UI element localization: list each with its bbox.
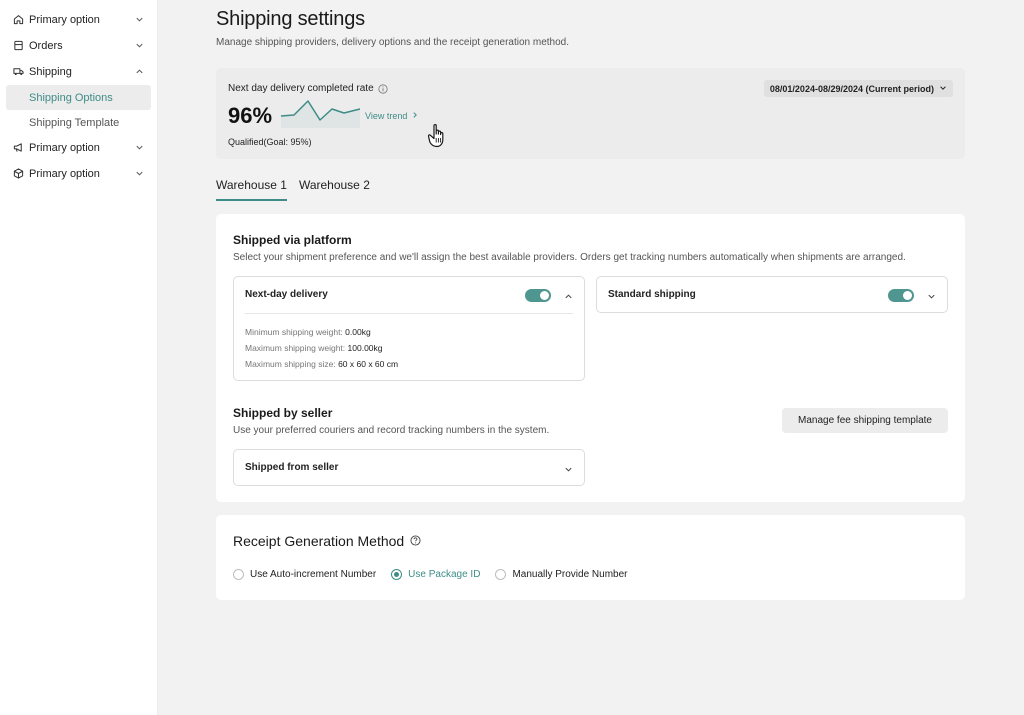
chevron-down-icon (134, 143, 144, 153)
page-title: Shipping settings (216, 8, 365, 30)
radio-auto-increment[interactable]: Use Auto-increment Number (233, 569, 376, 580)
chevron-up-icon (134, 67, 144, 77)
max-weight-detail: Maximum shipping weight: 100.00kg (245, 343, 383, 353)
chevron-down-icon[interactable] (563, 464, 573, 474)
help-icon[interactable] (410, 533, 421, 549)
next-day-delivery-option: Next-day delivery Minimum shipping weigh… (233, 276, 585, 381)
chevron-right-icon (411, 111, 419, 121)
min-weight-value: 0.00kg (345, 327, 371, 337)
receipt-method-card: Receipt Generation Method Use Auto-incre… (216, 515, 965, 600)
standard-shipping-toggle[interactable] (888, 289, 914, 302)
radio-circle (391, 569, 403, 580)
shipped-from-seller-option[interactable]: Shipped from seller (233, 449, 585, 486)
divider (245, 313, 573, 314)
sidebar-item-primary-option-2[interactable]: Primary option (6, 135, 151, 160)
radio-label: Use Auto-increment Number (250, 569, 377, 580)
platform-section-description: Select your shipment preference and we'l… (233, 252, 906, 263)
hand-cursor-icon (428, 124, 444, 148)
chevron-down-icon[interactable] (926, 291, 936, 301)
sidebar-item-shipping[interactable]: Shipping (6, 59, 151, 84)
max-weight-value: 100.00kg (347, 343, 383, 353)
next-day-delivery-label: Next-day delivery (245, 289, 328, 300)
max-size-detail: Maximum shipping size: 60 x 60 x 60 cm (245, 359, 398, 369)
sidebar: Primary option Orders Shipping Shipping … (0, 0, 158, 715)
sidebar-subitem-shipping-template[interactable]: Shipping Template (6, 110, 151, 135)
delivery-rate-card: Next day delivery completed rate 96% Vie… (216, 68, 965, 159)
radio-label: Use Package ID (408, 569, 481, 580)
tab-warehouse-2[interactable]: Warehouse 2 (299, 178, 370, 201)
stats-label: Next day delivery completed rate (228, 83, 374, 94)
sidebar-item-label: Primary option (29, 141, 100, 154)
sidebar-item-primary-option-1[interactable]: Primary option (6, 7, 151, 32)
standard-shipping-option: Standard shipping (596, 276, 948, 313)
stats-label-row: Next day delivery completed rate (228, 83, 388, 94)
max-weight-label: Maximum shipping weight: (245, 343, 346, 353)
warehouse-tabs: Warehouse 1 Warehouse 2 (216, 178, 370, 201)
next-day-delivery-toggle[interactable] (525, 289, 551, 302)
chevron-down-icon (939, 84, 947, 94)
seller-section-description: Use your preferred couriers and record t… (233, 425, 550, 436)
max-size-value: 60 x 60 x 60 cm (338, 359, 399, 369)
chevron-up-icon[interactable] (563, 291, 573, 301)
period-label: 08/01/2024-08/29/2024 (Current period) (769, 83, 934, 94)
max-size-label: Maximum shipping size: (245, 359, 336, 369)
info-icon[interactable] (378, 83, 388, 94)
tab-warehouse-1[interactable]: Warehouse 1 (216, 178, 287, 201)
sidebar-subitem-label: Shipping Options (29, 91, 113, 104)
view-trend-link[interactable]: View trend (365, 111, 419, 121)
min-weight-detail: Minimum shipping weight: 0.00kg (245, 327, 371, 337)
qualified-text: Qualified(Goal: 95%) (228, 137, 312, 147)
page-subtitle: Manage shipping providers, delivery opti… (216, 37, 569, 48)
sidebar-item-label: Orders (29, 39, 63, 52)
view-trend-label: View trend (365, 111, 408, 121)
platform-section-title: Shipped via platform (233, 233, 352, 247)
manage-fee-template-button[interactable]: Manage fee shipping template (782, 408, 948, 433)
receipt-title-row: Receipt Generation Method (233, 533, 421, 549)
chevron-down-icon (134, 169, 144, 179)
megaphone-icon (12, 142, 24, 154)
sidebar-subitem-label: Shipping Template (29, 116, 120, 129)
radio-circle (233, 569, 244, 580)
sparkline-chart (280, 100, 361, 128)
sidebar-subitem-shipping-options[interactable]: Shipping Options (6, 85, 151, 110)
period-selector[interactable]: 08/01/2024-08/29/2024 (Current period) (763, 80, 953, 97)
truck-icon (12, 66, 24, 78)
receipt-title: Receipt Generation Method (233, 533, 405, 549)
sidebar-item-primary-option-3[interactable]: Primary option (6, 161, 151, 186)
orders-icon (12, 40, 24, 52)
radio-package-id[interactable]: Use Package ID (391, 569, 480, 580)
sidebar-item-orders[interactable]: Orders (6, 33, 151, 58)
receipt-method-options: Use Auto-increment Number Use Package ID… (233, 569, 628, 580)
shipping-options-card: Shipped via platform Select your shipmen… (216, 214, 965, 502)
stats-value: 96% (228, 103, 273, 128)
home-icon (12, 14, 24, 26)
min-weight-label: Minimum shipping weight: (245, 327, 343, 337)
sidebar-item-label: Shipping (29, 65, 72, 78)
sidebar-item-label: Primary option (29, 13, 100, 26)
chevron-down-icon (134, 15, 144, 25)
radio-circle (495, 569, 507, 580)
standard-shipping-label: Standard shipping (608, 289, 696, 300)
sidebar-item-label: Primary option (29, 167, 100, 180)
seller-section-title: Shipped by seller (233, 406, 333, 420)
radio-label: Manually Provide Number (512, 569, 628, 580)
shipped-from-seller-label: Shipped from seller (245, 462, 339, 473)
chevron-down-icon (134, 41, 144, 51)
radio-manual-number[interactable]: Manually Provide Number (495, 569, 628, 580)
box-icon (12, 168, 24, 180)
